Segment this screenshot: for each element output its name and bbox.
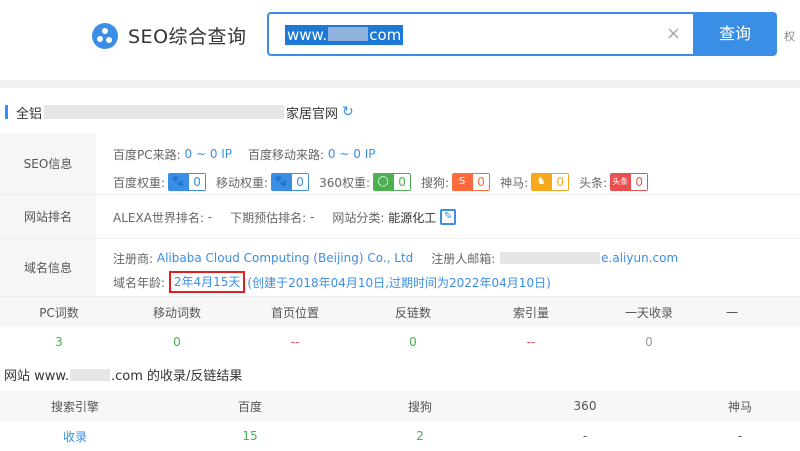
mobile-weight-badge[interactable]: 🐾 0 [271, 173, 310, 191]
redacted-block [69, 369, 110, 381]
logo[interactable]: SEO综合查询 [92, 22, 247, 49]
email-value[interactable]: e.aliyun.com [601, 251, 678, 265]
title-accent-bar [5, 105, 8, 119]
stats-header-cell: 反链数 [394, 305, 431, 320]
stats-header: PC词数 移动词数 首页位置 反链数 索引量 一天收录 一 [0, 297, 800, 327]
site-title: 全铝 家居官网 ↻ [0, 100, 354, 124]
redacted-block [500, 252, 601, 264]
toutiao-weight-badge[interactable]: 头条 0 [610, 173, 649, 191]
divider [0, 80, 800, 88]
circle-icon: ◯ [373, 173, 394, 191]
baidu-mobile-value[interactable]: 0 ~ 0 IP [328, 147, 376, 161]
results-header-cell: 神马 [727, 399, 752, 414]
baidu-pc-label: 百度PC来路: [113, 147, 181, 162]
rank-row: 网站排名 ALEXA世界排名: - 下期预估排名: - 网站分类: 能源化工 ✎ [0, 195, 800, 239]
stats-header-cell: 索引量 [512, 305, 549, 320]
baidu-pc-value[interactable]: 0 ~ 0 IP [185, 147, 233, 161]
email-label: 注册人邮箱: [431, 251, 496, 266]
baidu-weight-badge[interactable]: 🐾 0 [168, 173, 207, 191]
backlinks-value[interactable]: 0 [354, 335, 472, 349]
domain-row: 域名信息 注册商: Alibaba Cloud Computing (Beiji… [0, 239, 800, 297]
redacted-block [44, 105, 285, 119]
registrar-label: 注册商: [113, 251, 154, 266]
category-label: 网站分类: [332, 210, 385, 225]
sogou-weight-badge[interactable]: S0 [452, 173, 491, 191]
stats-header-cell: 首页位置 [270, 305, 319, 320]
clear-icon[interactable]: × [666, 24, 681, 44]
baidu-weight-label: 百度权重: [113, 175, 166, 190]
search-button[interactable]: 查询 [693, 12, 777, 56]
search-input[interactable]: www. com × [267, 12, 693, 56]
site-title-suffix: 家居官网 [286, 106, 339, 122]
refresh-icon[interactable]: ↻ [342, 104, 354, 120]
stats-header-cell: 移动词数 [152, 305, 201, 320]
results-row: 收录 15 2 - - [0, 421, 800, 451]
baidu-mobile-label: 百度移动来路: [248, 147, 325, 162]
forecast-value: - [310, 210, 315, 224]
category-value: 能源化工 [388, 210, 437, 225]
stats-row: 3 0 -- 0 -- 0 [0, 327, 800, 357]
results-row-label[interactable]: 收录 [0, 428, 150, 445]
results-title: 网站 www. .com 的收录/反链结果 [4, 369, 243, 384]
age-label: 域名年龄: [113, 275, 166, 290]
stats-header-cell: 一 [725, 305, 738, 320]
edit-icon[interactable]: ✎ [440, 209, 457, 225]
index-value: -- [526, 335, 536, 349]
mobile-weight-label: 移动权重: [216, 175, 269, 190]
header: SEO综合查询 www. com × 查询 权 [0, 0, 800, 80]
results-header-cell: 360 [573, 399, 597, 413]
registrar-value[interactable]: Alibaba Cloud Computing (Beijing) Co., L… [157, 251, 413, 265]
alexa-value: - [207, 210, 213, 224]
stats-header-cell: PC词数 [39, 305, 79, 320]
logo-icon [92, 22, 118, 49]
stats-header-cell: 一天收录 [624, 305, 673, 320]
shenma-weight-badge[interactable]: ♞ 0 [531, 173, 570, 191]
age-value: 2年4月15天 [168, 271, 246, 293]
alexa-label: ALEXA世界排名: [113, 210, 204, 225]
paw-icon: 🐾 [168, 173, 189, 191]
site-title-prefix: 全铝 [16, 106, 43, 122]
results-header-cell: 搜狗 [407, 399, 432, 414]
domain-label: 域名信息 [0, 239, 96, 296]
360-indexed-value: - [582, 429, 588, 443]
shenma-weight-label: 神马: [500, 175, 529, 190]
sogou-indexed-value[interactable]: 2 [350, 429, 490, 443]
age-detail: (创建于2018年04月10日,过期时间为2022年04月10日) [247, 275, 551, 290]
redacted-block [328, 27, 369, 41]
sogou-weight-label: 搜狗: [421, 175, 450, 190]
extra-link[interactable]: 权 [784, 28, 795, 44]
daily-indexed-value: 0 [645, 335, 653, 349]
360-weight-label: 360权重: [319, 175, 371, 190]
logo-title: SEO综合查询 [128, 26, 247, 48]
shenma-icon: ♞ [531, 173, 552, 191]
results-header: 搜索引擎 百度 搜狗 360 神马 [0, 391, 800, 421]
results-header-cell: 搜索引擎 [50, 399, 99, 414]
forecast-label: 下期预估排名: [230, 210, 307, 225]
stats-table: PC词数 移动词数 首页位置 反链数 索引量 一天收录 一 3 0 -- 0 -… [0, 297, 800, 357]
toutiao-weight-label: 头条: [579, 175, 608, 190]
paw-icon: 🐾 [271, 173, 292, 191]
seo-info-row: SEO信息 百度PC来路: 0 ~ 0 IP 百度移动来路: 0 ~ 0 IP … [0, 133, 800, 195]
search-input-value: www. com [285, 25, 404, 45]
rank-label: 网站排名 [0, 195, 96, 238]
home-position-value: -- [290, 335, 300, 349]
sogou-icon: S [452, 173, 473, 191]
baidu-indexed-value[interactable]: 15 [150, 429, 350, 443]
info-table: SEO信息 百度PC来路: 0 ~ 0 IP 百度移动来路: 0 ~ 0 IP … [0, 133, 800, 297]
shenma-indexed-value: - [737, 429, 743, 443]
results-header-cell: 百度 [237, 399, 262, 414]
results-table: 搜索引擎 百度 搜狗 360 神马 收录 15 2 - - [0, 391, 800, 451]
mobile-keywords-value[interactable]: 0 [118, 335, 236, 349]
toutiao-icon: 头条 [610, 173, 631, 191]
360-weight-badge[interactable]: ◯ 0 [373, 173, 412, 191]
pc-keywords-value[interactable]: 3 [0, 335, 118, 349]
seo-info-label: SEO信息 [0, 133, 96, 194]
